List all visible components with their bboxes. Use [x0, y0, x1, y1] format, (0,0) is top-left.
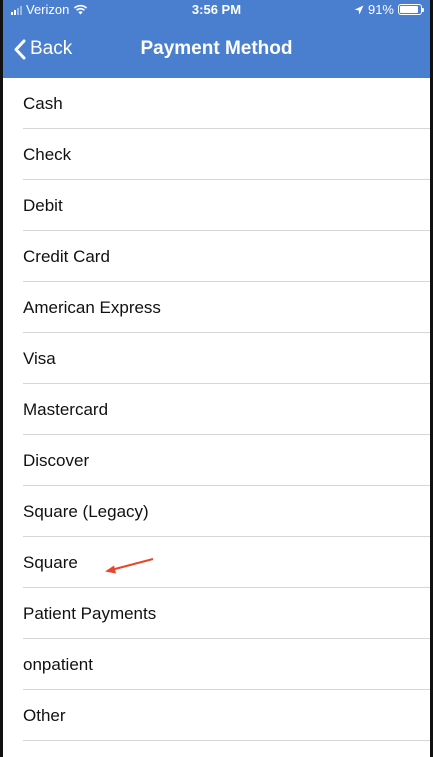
- battery-percent: 91%: [367, 2, 394, 17]
- payment-method-label: Discover: [23, 450, 90, 470]
- list-item[interactable]: Debit: [3, 180, 430, 231]
- payment-method-label: Credit Card: [23, 246, 110, 266]
- list-item[interactable]: Square: [3, 537, 430, 588]
- list-item[interactable]: Patient Payments: [3, 588, 430, 639]
- list-item[interactable]: onpatient: [3, 639, 430, 690]
- payment-method-label: Square (Legacy): [23, 501, 149, 521]
- status-bar: Verizon 3:56 PM 91%: [3, 0, 430, 20]
- list-item[interactable]: Visa: [3, 333, 430, 384]
- list-item[interactable]: Credit Card: [3, 231, 430, 282]
- annotation-arrow-icon: [105, 558, 154, 574]
- location-icon: [354, 5, 364, 14]
- payment-method-label: Visa: [23, 348, 56, 368]
- navigation-bar: Back Payment Method: [3, 20, 430, 78]
- list-item[interactable]: Cash: [3, 78, 430, 129]
- battery-icon: [398, 4, 424, 15]
- payment-method-label: Cash: [23, 93, 63, 113]
- list-item[interactable]: Check: [3, 129, 430, 180]
- list-item[interactable]: Other: [3, 690, 430, 741]
- list-item[interactable]: Discover: [3, 435, 430, 486]
- battery-level: [400, 6, 418, 13]
- payment-method-label: Mastercard: [23, 399, 109, 419]
- page-title: Payment Method: [140, 38, 293, 59]
- payment-method-label: Other: [23, 705, 66, 725]
- status-right: 91%: [354, 2, 424, 17]
- payment-method-label: Debit: [23, 195, 63, 215]
- payment-method-label: Patient Payments: [23, 603, 157, 623]
- payment-method-label: Square: [23, 552, 78, 572]
- list-item[interactable]: American Express: [3, 282, 430, 333]
- list-item[interactable]: Mastercard: [3, 384, 430, 435]
- payment-method-label: Check: [23, 144, 72, 164]
- list-item[interactable]: Square (Legacy): [3, 486, 430, 537]
- row-divider: [23, 740, 430, 741]
- phone-screen: Verizon 3:56 PM 91% Back Payment Method …: [0, 0, 433, 757]
- payment-method-label: onpatient: [23, 654, 93, 674]
- payment-method-list: Cash Check Debit Credit Card American Expres…: [3, 78, 430, 741]
- payment-method-label: American Express: [23, 297, 161, 317]
